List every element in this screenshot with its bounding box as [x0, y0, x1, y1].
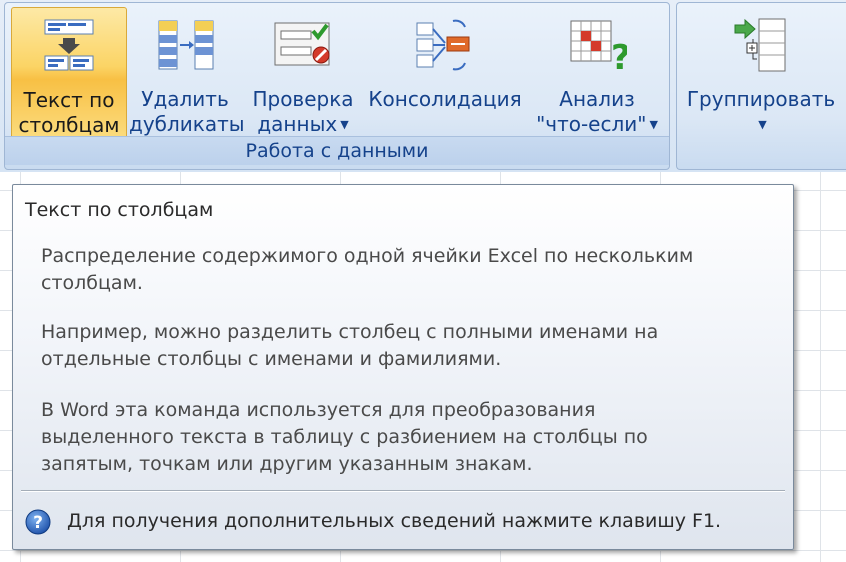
- what-if-analysis-button[interactable]: ? Анализ "что-если"▼: [529, 7, 665, 139]
- tooltip-paragraph-2: Например, можно разделить столбец с полн…: [41, 321, 659, 370]
- consolidate-icon: [416, 19, 470, 71]
- consolidate-label: Консолидация: [368, 87, 522, 111]
- svg-text:?: ?: [611, 38, 627, 75]
- outline-group: Группировать ▼: [676, 2, 846, 170]
- data-tools-group-label: Работа с данными: [5, 136, 669, 165]
- tooltip-separator: [21, 490, 785, 492]
- group-icon: [734, 18, 786, 72]
- tooltip: Текст по столбцам Распределение содержим…: [12, 184, 794, 550]
- chevron-down-icon: ▼: [649, 118, 658, 131]
- data-validation-label: Проверка данных ▼: [252, 87, 354, 136]
- chevron-down-icon: ▼: [758, 118, 767, 131]
- tooltip-paragraph-3: В Word эта команда используется для прео…: [41, 399, 648, 475]
- chevron-down-icon: ▼: [340, 118, 349, 131]
- tooltip-paragraph-1: Распределение содержимого одной ячейки E…: [41, 245, 694, 294]
- group-label: Группировать ▼: [686, 87, 836, 131]
- remove-duplicates-button[interactable]: Удалить дубликаты: [129, 7, 245, 139]
- ribbon: Текст по столбцам Удалить дубликаты Пров…: [0, 0, 846, 172]
- remove-duplicates-icon: [158, 20, 214, 70]
- text-to-columns-button[interactable]: Текст по столбцам: [11, 7, 127, 139]
- data-validation-button[interactable]: Проверка данных ▼: [245, 7, 361, 139]
- tooltip-title: Текст по столбцам: [25, 199, 214, 221]
- consolidate-button[interactable]: Консолидация: [365, 7, 525, 139]
- data-validation-icon: [274, 22, 330, 66]
- text-to-columns-icon: [44, 19, 94, 71]
- text-to-columns-label: Текст по столбцам: [18, 88, 120, 137]
- what-if-analysis-label: Анализ "что-если" ▼: [536, 87, 658, 136]
- tooltip-help-row: ? Для получения дополнительных сведений …: [25, 507, 721, 535]
- group-button[interactable]: Группировать ▼: [681, 7, 841, 139]
- help-icon: ?: [25, 509, 51, 534]
- svg-text:?: ?: [33, 513, 43, 533]
- remove-duplicates-label: Удалить дубликаты: [129, 87, 245, 136]
- what-if-icon: ?: [570, 20, 627, 75]
- tooltip-help-text: Для получения дополнительных сведений на…: [67, 510, 722, 532]
- data-tools-group: Текст по столбцам Удалить дубликаты Пров…: [4, 2, 670, 170]
